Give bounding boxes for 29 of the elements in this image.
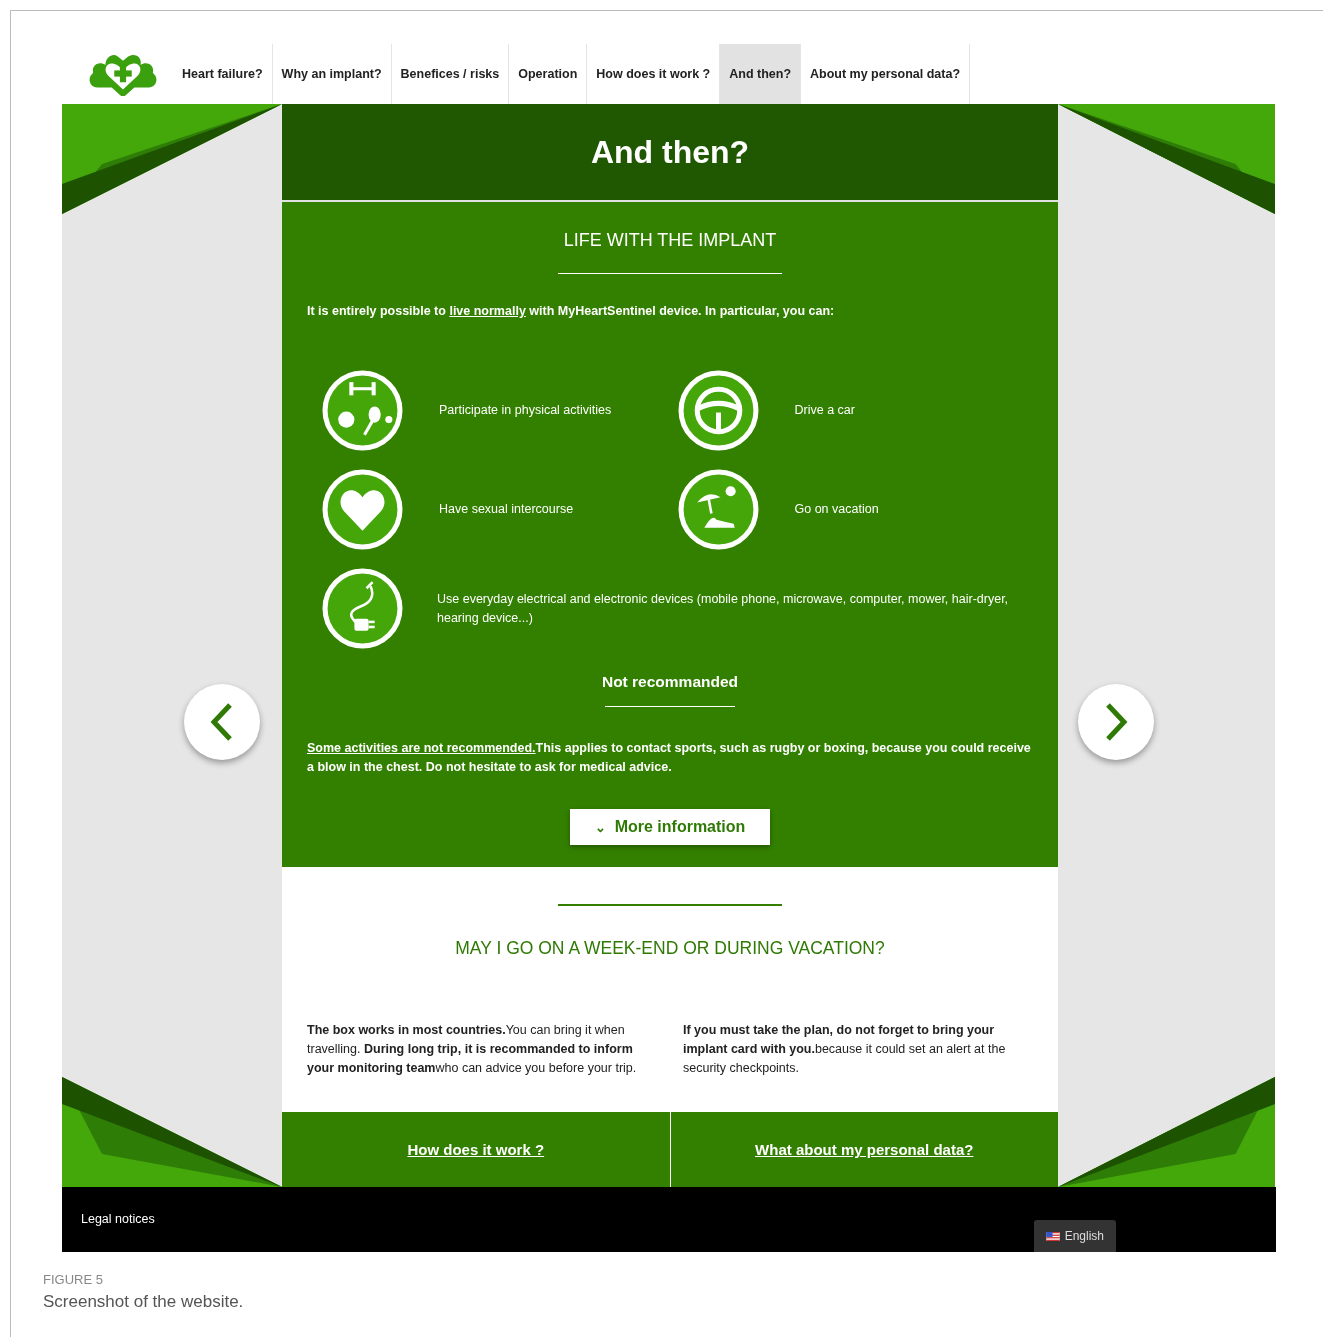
paragraph: If you must take the plan, do not forget to bring your implant card with you.because it could set an alert at the security checkpoints.	[683, 1022, 1007, 1077]
chevron-left-icon	[210, 702, 234, 742]
feature-label: Participate in physical activities	[439, 402, 612, 419]
page-title: And then?	[282, 104, 1058, 202]
intro-text: It is entirely possible to live normally with MyHeartSentinel device. In particular, you can:	[307, 304, 836, 318]
fitness-icon	[322, 370, 403, 451]
subheading: Not recommanded	[600, 673, 740, 691]
page-link[interactable]: How does it work ?	[282, 1112, 670, 1187]
text-link[interactable]: Some activities are not recommended.	[307, 741, 536, 755]
feature-label: Have sexual intercourse	[439, 501, 574, 518]
figure-label: FIGURE 5	[43, 1272, 104, 1287]
language-button[interactable]: English	[1033, 1220, 1116, 1252]
section-heading: LIFE WITH THE IMPLANT	[562, 230, 778, 251]
beach-icon	[677, 469, 759, 550]
steering-wheel-icon	[677, 370, 759, 451]
chevron-right-icon	[1104, 702, 1128, 742]
feature-label: Go on vacation	[794, 501, 879, 518]
feature-label: Use everyday electrical and electronic devices (mobile phone, microwave, computer, mower, hair-dryer, hearing device...)	[437, 590, 1010, 627]
text-link[interactable]: live normally	[449, 304, 526, 318]
warning-text: Some activities are not recommended.This applies to contact sports, such as rugby or boxing, because you could receive a blow in the chest. Do not hesitate to ask for medical advice.	[307, 740, 1032, 776]
nav-tab[interactable]: And then?	[720, 44, 801, 104]
more-information-button[interactable]: ⌄ More information	[569, 809, 771, 845]
paragraph: The box works in most countries.You can bring it when travelling. During long trip, it is recommanded to inform your monitoring teamwho can advice you before your trip.	[307, 1022, 638, 1077]
plug-icon	[322, 568, 403, 649]
footer-link[interactable]: Legal notices	[81, 1211, 155, 1226]
feature-label: Drive a car	[794, 402, 855, 419]
section-heading: MAY I GO ON A WEEK-END OR DURING VACATION?	[454, 938, 886, 959]
figure-caption: Screenshot of the website.	[43, 1292, 245, 1312]
flag-icon	[1045, 1231, 1060, 1241]
